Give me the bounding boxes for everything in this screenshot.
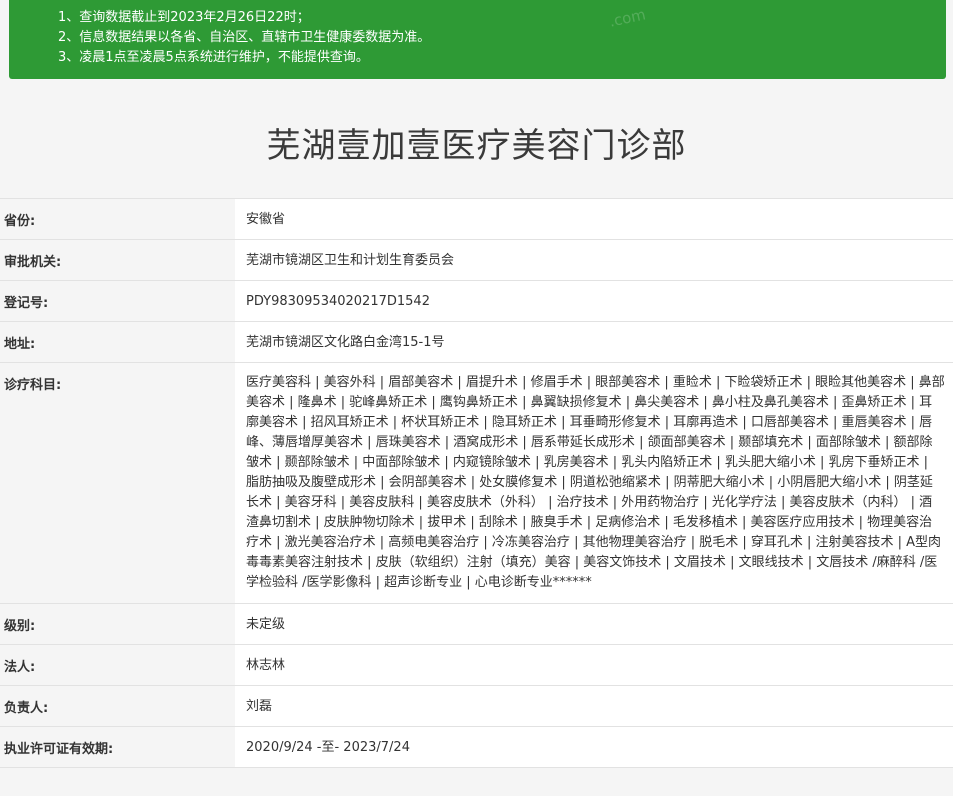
field-row-legal-person: 法人: 林志林 [0, 645, 953, 686]
field-value: PDY98309534020217D1542 [235, 281, 953, 321]
field-label: 审批机关: [4, 255, 62, 270]
field-value: 芜湖市镜湖区文化路白金湾15-1号 [235, 322, 953, 362]
field-row-manager: 负责人: 刘磊 [0, 686, 953, 727]
field-row-departments: 诊疗科目: 医疗美容科 | 美容外科 | 眉部美容术 | 眉提升术 | 修眉手术… [0, 363, 953, 604]
notice-line-2: 2、信息数据结果以各省、自治区、直辖市卫生健康委数据为准。 [58, 30, 431, 45]
notice-line-3: 3、凌晨1点至凌晨5点系统进行维护，不能提供查询。 [58, 50, 369, 65]
field-label: 地址: [4, 337, 36, 352]
field-value: 医疗美容科 | 美容外科 | 眉部美容术 | 眉提升术 | 修眉手术 | 眼部美… [235, 363, 953, 603]
info-table: 省份: 安徽省 审批机关: 芜湖市镜湖区卫生和计划生育委员会 登记号: PDY9… [0, 198, 953, 768]
notice-line-1: 1、查询数据截止到2023年2月26日22时； [58, 10, 310, 25]
field-row-authority: 审批机关: 芜湖市镜湖区卫生和计划生育委员会 [0, 240, 953, 281]
field-value: 安徽省 [235, 199, 953, 239]
field-row-license-validity: 执业许可证有效期: 2020/9/24 -至- 2023/7/24 [0, 727, 953, 768]
field-value: 未定级 [235, 604, 953, 644]
field-value: 林志林 [235, 645, 953, 685]
page-title: 芜湖壹加壹医疗美容门诊部 [266, 126, 687, 166]
field-value: 2020/9/24 -至- 2023/7/24 [235, 727, 953, 767]
field-label: 法人: [4, 660, 36, 675]
field-row-address: 地址: 芜湖市镜湖区文化路白金湾15-1号 [0, 322, 953, 363]
notice-banner: .com 1、查询数据截止到2023年2月26日22时； 2、信息数据结果以各省… [9, 0, 946, 79]
field-label: 级别: [4, 619, 36, 634]
field-label: 省份: [4, 214, 36, 229]
field-label: 负责人: [4, 701, 49, 716]
field-label: 登记号: [4, 296, 49, 311]
field-value: 芜湖市镜湖区卫生和计划生育委员会 [235, 240, 953, 280]
field-row-level: 级别: 未定级 [0, 604, 953, 645]
field-row-province: 省份: 安徽省 [0, 198, 953, 240]
field-label: 诊疗科目: [4, 378, 62, 393]
field-label: 执业许可证有效期: [4, 742, 114, 757]
field-value: 刘磊 [235, 686, 953, 726]
field-row-registration: 登记号: PDY98309534020217D1542 [0, 281, 953, 322]
